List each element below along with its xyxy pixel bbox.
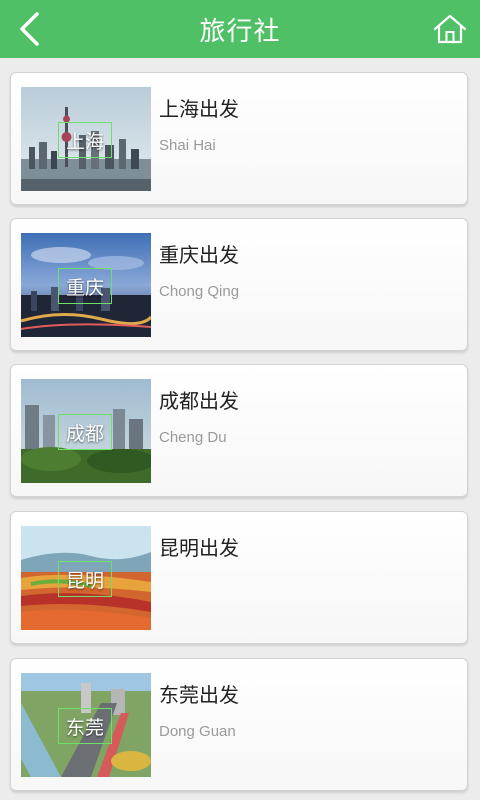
item-title: 东莞出发 [159, 683, 239, 707]
list-item-kunming[interactable]: 昆明 昆明出发 [10, 511, 468, 644]
city-thumbnail: 昆明 [21, 526, 151, 630]
back-button[interactable] [10, 9, 50, 49]
item-subtitle: Chong Qing [159, 283, 240, 300]
thumbnail-label: 上海 [58, 122, 112, 158]
list-item-chongqing[interactable]: 重庆 重庆出发 Chong Qing [10, 218, 468, 351]
item-title: 上海出发 [159, 97, 239, 121]
home-icon [433, 14, 467, 44]
thumbnail-label: 东莞 [58, 708, 112, 744]
item-title: 昆明出发 [159, 536, 239, 560]
home-button[interactable] [430, 9, 470, 49]
item-subtitle: Cheng Du [159, 429, 227, 446]
list-item-dongguan[interactable]: 东莞 东莞出发 Dong Guan [10, 658, 468, 791]
item-subtitle: Shai Hai [159, 137, 216, 154]
city-thumbnail: 东莞 [21, 673, 151, 777]
city-thumbnail: 成都 [21, 379, 151, 483]
thumbnail-label: 重庆 [58, 268, 112, 304]
thumbnail-label: 昆明 [58, 561, 112, 597]
item-title: 重庆出发 [159, 243, 239, 267]
list-item-shanghai[interactable]: 上海 上海出发 Shai Hai [10, 72, 468, 205]
thumbnail-label: 成都 [58, 414, 112, 450]
app-header: 旅行社 [0, 0, 480, 58]
chevron-left-icon [20, 12, 39, 46]
item-subtitle: Dong Guan [159, 723, 236, 740]
item-title: 成都出发 [159, 389, 239, 413]
city-thumbnail: 重庆 [21, 233, 151, 337]
city-thumbnail: 上海 [21, 87, 151, 191]
list-item-chengdu[interactable]: 成都 成都出发 Cheng Du [10, 364, 468, 497]
agency-list: 上海 上海出发 Shai Hai 重庆 重庆出发 Chong Qing 成都 成… [0, 58, 480, 800]
page-title: 旅行社 [199, 16, 281, 47]
